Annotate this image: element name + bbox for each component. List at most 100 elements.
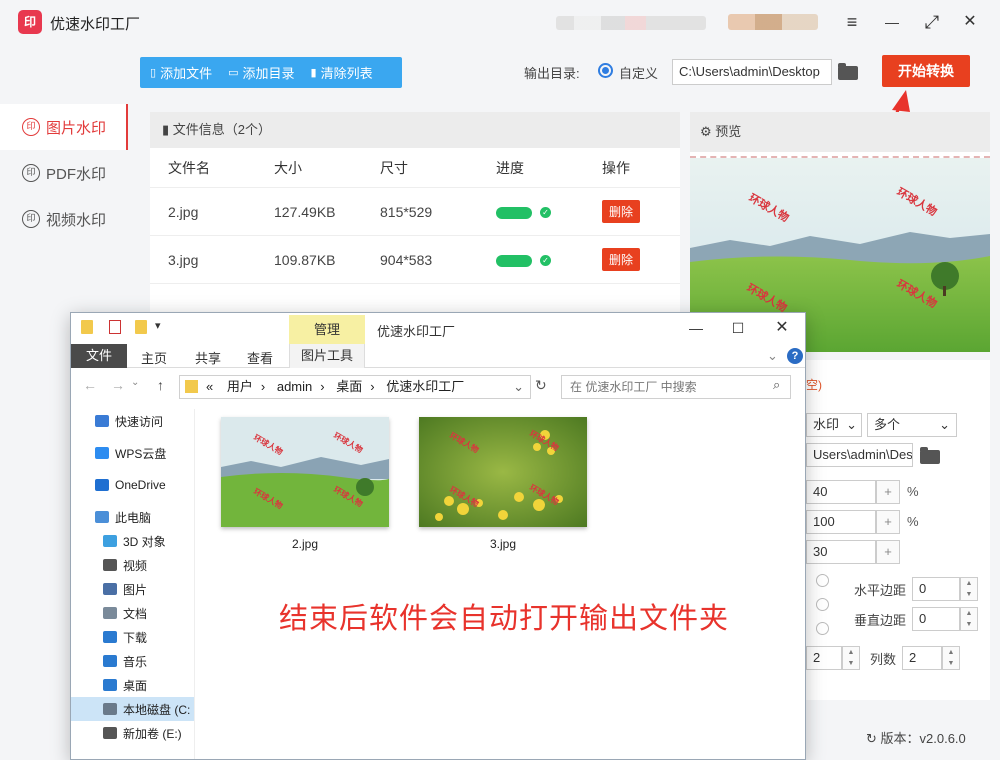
version-label: 版本：v2.0.6.0 xyxy=(880,731,966,746)
rotate-input[interactable]: 30 xyxy=(806,540,876,564)
custom-output-radio[interactable] xyxy=(598,63,613,78)
position-radio[interactable] xyxy=(816,598,829,611)
ribbon-tab-file[interactable]: 文件 xyxy=(71,344,127,368)
minimize-icon[interactable]: — xyxy=(683,317,709,339)
sidebar-item-label: 视频水印 xyxy=(46,211,107,229)
h-margin-input[interactable]: 0 xyxy=(912,577,960,601)
ribbon-expand-icon[interactable]: ⌄ xyxy=(767,348,778,364)
position-radio[interactable] xyxy=(816,574,829,587)
chevron-down-icon[interactable]: ⌄ xyxy=(513,376,524,398)
nav-item[interactable]: 本地磁盘 (C: xyxy=(71,697,194,721)
back-arrow-icon[interactable]: ← xyxy=(83,377,97,393)
disk-icon xyxy=(103,703,117,715)
quick-access-dropdown-icon[interactable]: ▾ xyxy=(155,319,161,332)
position-radio[interactable] xyxy=(816,622,829,635)
maximize-icon[interactable]: ☐ xyxy=(725,317,751,339)
sidebar-item-image-watermark[interactable]: 印 图片水印 xyxy=(0,104,128,150)
star-icon xyxy=(95,415,109,427)
address-bar[interactable]: « 用户 › admin › 桌面 › 优速水印工厂 ⌄ xyxy=(179,375,531,399)
table-row[interactable]: 2.jpg 127.49KB 815*529 ✓ 删除 xyxy=(150,188,680,236)
col-filename: 文件名 xyxy=(168,159,210,176)
output-path-input[interactable]: C:\Users\admin\Desktop xyxy=(672,59,832,85)
sidebar-item-pdf-watermark[interactable]: 印 PDF水印 xyxy=(0,150,128,196)
recent-dropdown-icon[interactable]: ⌄ xyxy=(131,377,139,388)
file-icon: ▯ xyxy=(150,67,157,79)
close-icon[interactable]: ✕ xyxy=(958,10,982,34)
chevron-down-icon: ⌄ xyxy=(846,417,857,432)
nav-item[interactable]: 3D 对象 xyxy=(71,529,194,553)
percent-unit: % xyxy=(907,484,919,499)
picture-icon xyxy=(103,583,117,595)
table-row[interactable]: 3.jpg 109.87KB 904*583 ✓ 删除 xyxy=(150,236,680,284)
delete-button[interactable]: 删除 xyxy=(602,248,641,271)
ribbon-tab-home[interactable]: 主页 xyxy=(141,348,167,367)
scale-plus-button[interactable]: + xyxy=(876,510,900,534)
nav-item[interactable]: 文档 xyxy=(71,601,194,625)
add-file-button[interactable]: ▯ 添加文件 xyxy=(150,63,212,82)
new-folder-icon[interactable] xyxy=(135,320,147,334)
rotate-plus-button[interactable]: + xyxy=(876,540,900,564)
minimize-icon[interactable]: — xyxy=(880,10,904,34)
ribbon-tab-view[interactable]: 查看 xyxy=(247,348,273,367)
nav-item-label: 文档 xyxy=(123,606,148,621)
watermark-dir-input[interactable]: Users\admin\Des xyxy=(806,443,913,467)
file-label[interactable]: 3.jpg xyxy=(419,537,587,551)
drive-icon xyxy=(103,727,117,739)
manage-tab[interactable]: 管理 xyxy=(289,315,365,345)
nav-item[interactable]: OneDrive xyxy=(71,473,194,497)
rows-stepper[interactable]: ▲ ▼ xyxy=(842,646,860,670)
nav-item[interactable]: 音乐 xyxy=(71,649,194,673)
nav-item-label: 下载 xyxy=(123,630,148,645)
explorer-title-bar: ▾ 管理 优速水印工厂 — ☐ ✕ xyxy=(71,313,805,345)
breadcrumb-users[interactable]: 用户 xyxy=(227,379,253,394)
browse-folder-icon[interactable] xyxy=(838,63,858,80)
v-margin-input[interactable]: 0 xyxy=(912,607,960,631)
sidebar: 印 图片水印 印 PDF水印 印 视频水印 xyxy=(0,104,128,242)
maximize-icon[interactable]: ⤢ xyxy=(920,10,944,34)
ribbon-tab-picture-tools[interactable]: 图片工具 xyxy=(289,344,365,368)
add-directory-button[interactable]: ▭ 添加目录 xyxy=(228,63,294,82)
help-icon[interactable]: ? xyxy=(787,348,803,364)
up-arrow-icon[interactable]: ↑ xyxy=(157,377,164,393)
file-thumbnail-3[interactable]: 环球人物 环球人物 环球人物 环球人物 xyxy=(419,417,587,527)
clear-list-button[interactable]: ▮ 清除列表 xyxy=(311,63,373,82)
nav-item[interactable]: 快速访问 xyxy=(71,409,194,433)
v-margin-stepper[interactable]: ▲ ▼ xyxy=(960,607,978,631)
blurred-avatar[interactable] xyxy=(728,14,818,30)
breadcrumb-admin[interactable]: admin xyxy=(277,379,312,394)
nav-item[interactable]: 图片 xyxy=(71,577,194,601)
sidebar-item-video-watermark[interactable]: 印 视频水印 xyxy=(0,196,128,242)
menu-icon[interactable]: ≡ xyxy=(840,10,864,34)
nav-item[interactable]: 视频 xyxy=(71,553,194,577)
scale-input[interactable]: 100 xyxy=(806,510,876,534)
breadcrumb-current[interactable]: 优速水印工厂 xyxy=(386,379,464,394)
close-icon[interactable]: ✕ xyxy=(769,317,795,339)
cols-input[interactable]: 2 xyxy=(902,646,942,670)
nav-item[interactable]: 下载 xyxy=(71,625,194,649)
refresh-icon[interactable]: ↻ xyxy=(535,377,547,394)
browse-folder-icon[interactable] xyxy=(920,447,940,464)
cols-stepper[interactable]: ▲ ▼ xyxy=(942,646,960,670)
ribbon-tab-share[interactable]: 共享 xyxy=(195,348,221,367)
file-label[interactable]: 2.jpg xyxy=(221,537,389,551)
rows-input[interactable]: 2 xyxy=(806,646,842,670)
properties-icon[interactable] xyxy=(109,320,121,334)
folder-icon xyxy=(185,380,198,393)
file-thumbnail-2[interactable]: 环球人物 环球人物 环球人物 环球人物 xyxy=(221,417,389,527)
nav-item[interactable]: 桌面 xyxy=(71,673,194,697)
forward-arrow-icon[interactable]: → xyxy=(111,377,125,393)
nav-item[interactable]: 此电脑 xyxy=(71,505,194,529)
start-convert-button[interactable]: 开始转换 xyxy=(882,55,970,87)
nav-item[interactable]: WPS云盘 xyxy=(71,441,194,465)
document-icon: ▮ xyxy=(162,122,173,137)
search-input[interactable]: 在 优速水印工厂 中搜索 xyxy=(561,375,791,399)
opacity-input[interactable]: 40 xyxy=(806,480,876,504)
cols-label: 列数 xyxy=(870,652,897,667)
watermark-type-select[interactable]: 水印 ⌄ xyxy=(806,413,862,437)
breadcrumb-desktop[interactable]: 桌面 xyxy=(336,379,362,394)
delete-button[interactable]: 删除 xyxy=(602,200,641,223)
watermark-count-select[interactable]: 多个 ⌄ xyxy=(867,413,957,437)
nav-item[interactable]: 新加卷 (E:) xyxy=(71,721,194,745)
opacity-plus-button[interactable]: + xyxy=(876,480,900,504)
h-margin-stepper[interactable]: ▲ ▼ xyxy=(960,577,978,601)
